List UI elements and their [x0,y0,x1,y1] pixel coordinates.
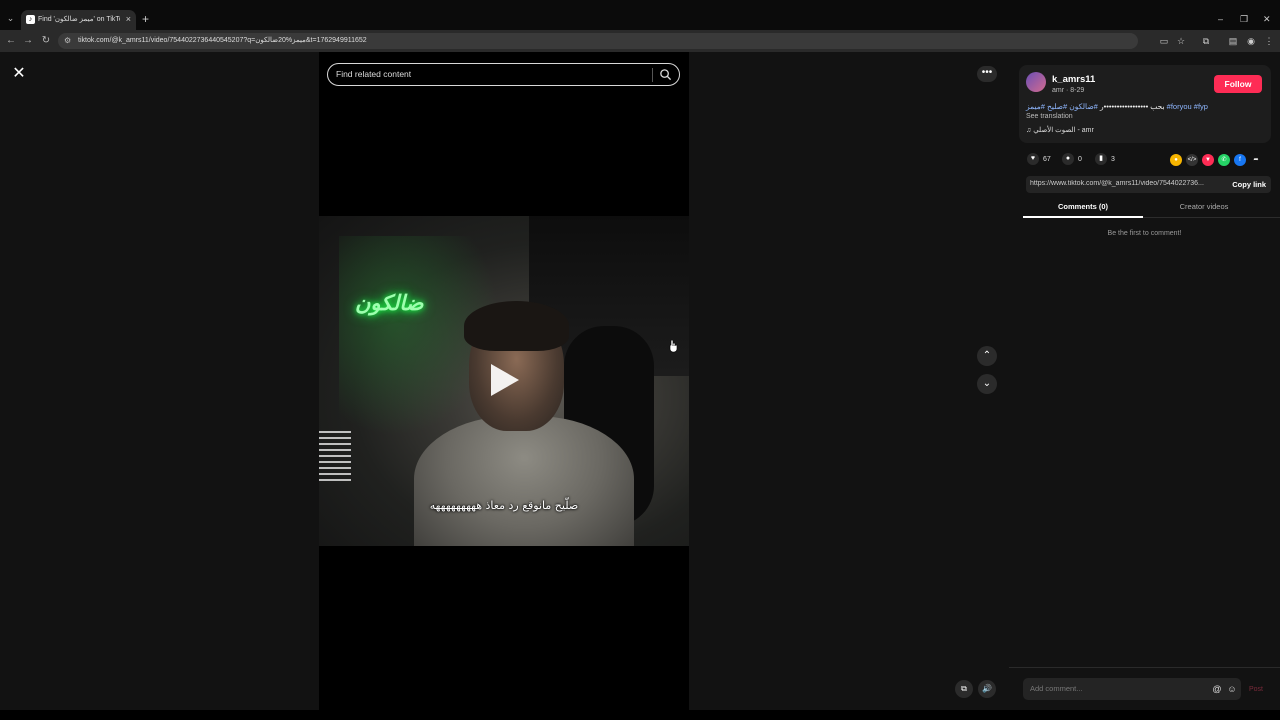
extensions-icon[interactable]: ⧉ [1199,34,1213,48]
forward-icon[interactable]: → [21,34,35,48]
new-tab-button[interactable]: + [142,13,149,25]
browser-toolbar: ← → ↻ ⚙ tiktok.com/@k_amrs11/video/75440… [0,30,1280,52]
comment-count: 0 [1078,156,1082,163]
browser-tabstrip: ⌄ ♪ Find 'ميمز ضالكون' on TikTok | Ti × … [0,0,1280,30]
comment-stat[interactable]: ● 0 [1062,153,1082,167]
search-placeholder: Find related content [336,69,412,79]
back-icon[interactable]: ← [4,34,18,48]
volume-icon[interactable]: 🔊 [978,680,996,698]
save-stat[interactable]: ▮ 3 [1095,153,1115,167]
author-username[interactable]: k_amrs11 [1052,74,1095,85]
video-column: Find related content ضالكون صلّيح مانوقع… [319,52,689,710]
comment-placeholder: Add comment... [1030,684,1083,693]
copy-link-button[interactable]: Copy link [1232,180,1266,189]
avatar[interactable] [1026,72,1046,92]
tiktok-page: ✕ Find related content ضالكون صلّيح مانو… [0,52,1280,710]
restore-button[interactable]: ❐ [1240,13,1248,25]
tab-title: Find 'ميمز ضالكون' on TikTok | Ti [38,16,120,23]
mention-icon[interactable]: @ [1211,683,1223,695]
heart-icon: ♥ [1027,153,1039,166]
video-description: بحب •••••••••••••••••ر #ضالكون #صليح #مي… [1026,102,1208,111]
picture-in-picture-icon[interactable]: ⧉ [955,680,973,698]
comment-input[interactable]: Add comment... @ ☺ [1023,678,1241,700]
monitor-stripes [319,431,351,481]
tab-comments[interactable]: Comments (0) [1023,202,1143,211]
site-info-icon[interactable]: ⚙ [64,36,71,45]
comment-bar: Add comment... @ ☺ Post [1009,667,1280,710]
tiktok-favicon-icon: ♪ [26,15,35,24]
tab-creator-videos[interactable]: Creator videos [1144,202,1264,211]
like-count: 67 [1043,156,1051,163]
url-text: tiktok.com/@k_amrs11/video/7544022736440… [78,37,367,44]
share-link-text[interactable]: https://www.tiktok.com/@k_amrs11/video/7… [1030,180,1215,187]
empty-comments-text: Be the first to comment! [1107,230,1182,237]
mouse-cursor-icon [669,339,678,353]
facebook-icon[interactable]: f [1234,154,1246,166]
active-tab-indicator [1023,216,1143,218]
comment-icon: ● [1062,153,1074,166]
search-input[interactable]: Find related content [327,63,680,86]
reload-icon[interactable]: ↻ [39,34,53,48]
description-text: بحب •••••••••••••••••ر [1099,102,1165,111]
bookmark-star-icon[interactable]: ☆ [1174,34,1188,48]
play-icon[interactable] [491,364,519,396]
bottom-strip [0,710,1280,720]
tab-search-icon[interactable]: ⌄ [5,13,16,24]
author-subline: amr · 8-29 [1052,87,1085,94]
tab-close-icon[interactable]: × [126,14,131,24]
like-stat[interactable]: ♥ 67 [1027,153,1051,167]
cast-icon[interactable]: ▭ [1157,34,1171,48]
window-close-button[interactable]: ✕ [1263,13,1271,25]
previous-video-icon[interactable]: ⌃ [977,346,997,366]
post-button[interactable]: Post [1249,686,1263,693]
browser-tab[interactable]: ♪ Find 'ميمز ضالكون' on TikTok | Ti × [21,10,136,30]
embed-icon[interactable]: </> [1186,154,1198,166]
save-count: 3 [1111,156,1115,163]
search-divider [652,68,653,82]
coin-share-icon[interactable]: ● [1170,154,1182,166]
profile-icon[interactable]: ◉ [1244,34,1258,48]
address-bar[interactable]: ⚙ tiktok.com/@k_amrs11/video/75440227364… [58,33,1138,49]
more-options-icon[interactable]: ••• [977,66,997,82]
next-video-icon[interactable]: ⌄ [977,374,997,394]
share-link-row: https://www.tiktok.com/@k_amrs11/video/7… [1026,176,1271,193]
author-card: k_amrs11 amr · 8-29 Follow بحب •••••••••… [1019,65,1271,143]
neon-sign: ضالكون [355,292,424,315]
video-player[interactable]: ضالكون صلّيح مانوقع رد معاذ هههههههههه [319,216,689,546]
emoji-icon[interactable]: ☺ [1226,683,1238,695]
search-icon[interactable] [659,68,672,81]
minimize-button[interactable]: – [1218,13,1223,25]
menu-icon[interactable]: ⋮ [1262,34,1276,48]
stats-row: ♥ 67 ● 0 ▮ 3 ● </> ▼ ✆ f ➦ [1027,153,1277,167]
close-icon[interactable]: ✕ [9,64,29,84]
sidebar-icon[interactable]: ▤ [1226,34,1240,48]
video-caption: صلّيح مانوقع رد معاذ هههههههههه [429,499,579,512]
music-link[interactable]: ♫ الصوت الأصلي - amr [1026,126,1094,134]
bookmark-icon: ▮ [1095,153,1107,166]
person-hair [464,301,569,351]
see-translation-link[interactable]: See translation [1026,113,1073,120]
follow-button[interactable]: Follow [1214,75,1262,93]
person-body [414,416,634,546]
whatsapp-icon[interactable]: ✆ [1218,154,1230,166]
panel-tabs: Comments (0) Creator videos [1023,198,1280,218]
send-icon[interactable]: ▼ [1202,154,1214,166]
details-panel: k_amrs11 amr · 8-29 Follow بحب •••••••••… [1009,52,1280,710]
share-arrow-icon[interactable]: ➦ [1250,154,1262,166]
